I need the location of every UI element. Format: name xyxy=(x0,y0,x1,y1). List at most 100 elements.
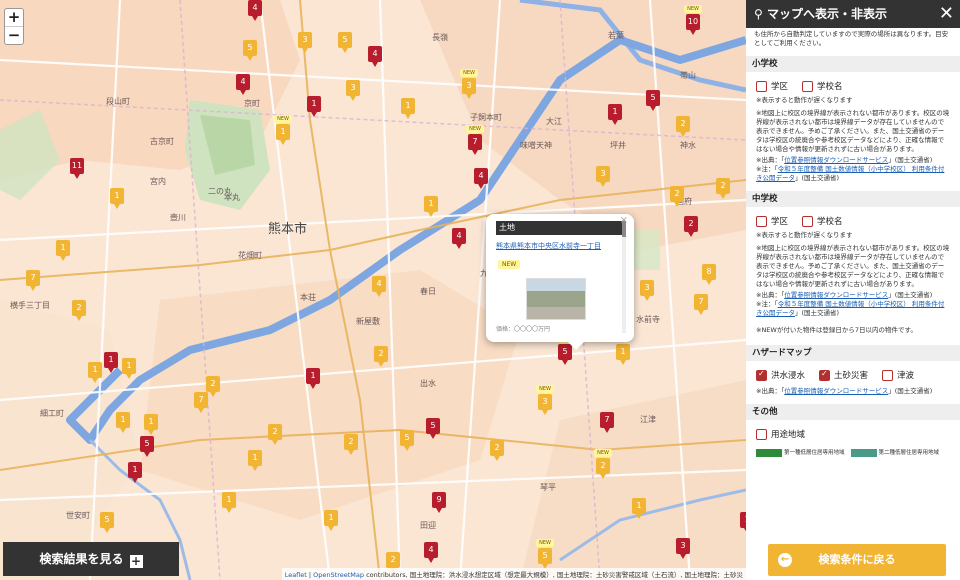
property-photo[interactable] xyxy=(526,278,586,320)
property-marker[interactable]: 11 xyxy=(70,158,84,179)
property-marker[interactable]: 2 xyxy=(490,440,504,461)
property-marker[interactable]: 3 xyxy=(676,538,690,559)
place-label: 花畑町 xyxy=(238,251,262,260)
zoom-in-button[interactable]: + xyxy=(5,9,23,26)
property-marker[interactable]: 1 xyxy=(616,344,630,365)
property-marker[interactable]: 5 xyxy=(426,418,440,439)
property-marker[interactable]: 1 xyxy=(110,188,124,209)
flood-checkbox[interactable]: 洪水浸水 xyxy=(756,369,805,381)
property-marker[interactable]: 5 xyxy=(243,40,257,61)
junior-source-link-1[interactable]: 位置参照情報ダウンロードサービス xyxy=(784,291,888,299)
property-marker[interactable]: 8 xyxy=(702,264,716,285)
property-marker[interactable]: 1 xyxy=(424,196,438,217)
property-marker[interactable]: 2 xyxy=(670,186,684,207)
elementary-name-checkbox[interactable]: 学校名 xyxy=(802,80,843,92)
popup-new-badge: NEW xyxy=(498,260,521,269)
property-marker[interactable]: 3 xyxy=(596,166,610,187)
leaflet-link[interactable]: Leaflet xyxy=(285,571,307,579)
property-marker[interactable]: 1 xyxy=(56,240,70,261)
junior-name-checkbox[interactable]: 学校名 xyxy=(802,215,843,227)
elementary-source-link-1[interactable]: 位置参照情報ダウンロードサービス xyxy=(784,156,888,164)
property-marker[interactable]: 4 xyxy=(452,228,466,249)
osm-link[interactable]: OpenStreetMap xyxy=(313,571,364,579)
property-marker[interactable]: 2 NEW xyxy=(594,449,612,479)
property-marker[interactable]: 3 xyxy=(346,80,360,101)
property-marker[interactable]: 7 NEW xyxy=(466,125,484,155)
property-marker[interactable]: 3 xyxy=(298,32,312,53)
property-marker[interactable]: 1 xyxy=(608,104,622,125)
tsunami-checkbox[interactable]: 津波 xyxy=(882,369,914,381)
property-marker[interactable]: 1 xyxy=(122,358,136,379)
elementary-district-checkbox[interactable]: 学区 xyxy=(756,80,788,92)
property-marker[interactable]: 5 xyxy=(400,430,414,451)
property-marker[interactable]: 7 xyxy=(26,270,40,291)
property-marker[interactable]: 1 xyxy=(248,450,262,471)
back-to-search-button[interactable]: ← 検索条件に戻る xyxy=(768,544,946,576)
property-marker[interactable]: 1 xyxy=(104,352,118,373)
property-marker[interactable]: 5 xyxy=(140,436,154,457)
landslide-checkbox[interactable]: 土砂災害 xyxy=(819,369,868,381)
property-marker[interactable]: 2 xyxy=(72,300,86,321)
property-marker[interactable]: 7 xyxy=(194,392,208,413)
hazard-heading: ハザードマップ xyxy=(746,345,960,361)
junior-source-link-2[interactable]: 令和５年度整備 国土数値情報（小中学校区） 利用条件付き公開データ xyxy=(756,300,944,317)
elementary-source-link-2[interactable]: 令和５年度整備 国土数値情報（小中学校区） 利用条件付き公開データ xyxy=(756,165,944,182)
property-marker[interactable]: 5 xyxy=(100,512,114,533)
property-marker[interactable]: 5NEW xyxy=(536,539,554,569)
property-marker[interactable]: 1 xyxy=(88,362,102,383)
property-popup: × 土地 熊本県熊本市中央区水前寺一丁目 NEW 価格：〇〇〇〇万円 xyxy=(486,214,634,350)
property-marker[interactable]: 7 xyxy=(600,412,614,433)
property-marker[interactable]: 7 xyxy=(694,294,708,315)
close-icon[interactable]: ✕ xyxy=(939,0,954,28)
property-marker[interactable]: 2 xyxy=(386,552,400,573)
property-marker[interactable]: 1 xyxy=(324,510,338,531)
popup-price: 価格：〇〇〇〇万円 xyxy=(496,326,551,333)
property-marker[interactable]: 2 xyxy=(716,178,730,199)
popup-scrollbar[interactable] xyxy=(622,221,626,333)
property-marker[interactable]: 1 xyxy=(401,98,415,119)
property-marker[interactable]: 2 xyxy=(374,346,388,367)
popup-address-link[interactable]: 熊本県熊本市中央区水前寺一丁目 xyxy=(496,241,624,251)
property-marker[interactable]: 4 xyxy=(248,0,262,21)
property-marker[interactable]: 5 xyxy=(338,32,352,53)
property-marker[interactable]: 4 xyxy=(372,276,386,297)
search-results-button[interactable]: 検索結果を見る + xyxy=(3,542,179,576)
property-marker[interactable]: 1 xyxy=(144,414,158,435)
property-marker[interactable]: 2 xyxy=(206,376,220,397)
property-marker[interactable]: 1 xyxy=(740,512,746,533)
junior-source-2: ※注：「令和５年度整備 国土数値情報（小中学校区） 利用条件付き公開データ」(国… xyxy=(756,300,945,317)
property-marker[interactable]: 4 xyxy=(424,542,438,563)
property-marker[interactable]: 5 xyxy=(646,90,660,111)
property-marker[interactable]: 4 xyxy=(474,168,488,189)
property-marker[interactable]: 2 xyxy=(268,424,282,445)
zoom-out-button[interactable]: − xyxy=(5,26,23,44)
back-to-search-label: 検索条件に戻る xyxy=(818,553,896,566)
layer-panel: ⚲ マップへ表示・非表示 ✕ も住所から自動判定していますので実際の場所は異なり… xyxy=(746,0,960,580)
property-marker[interactable]: 2 xyxy=(676,116,690,137)
place-label: 春日 xyxy=(420,287,436,296)
zoning-checkbox[interactable]: 用途地域 xyxy=(756,428,805,440)
junior-heading: 中学校 xyxy=(746,191,960,207)
property-marker[interactable]: 3 NEW xyxy=(460,69,478,99)
property-marker[interactable]: 1 xyxy=(306,368,320,389)
property-marker[interactable]: 1 NEW xyxy=(274,115,292,145)
property-marker[interactable]: 1 xyxy=(307,96,321,117)
property-marker[interactable]: 1 xyxy=(222,492,236,513)
new-badge: NEW xyxy=(594,449,612,457)
property-marker[interactable]: 2 xyxy=(684,216,698,237)
elementary-warning: ※表示すると動作が遅くなります xyxy=(756,96,853,104)
property-marker[interactable]: 3 xyxy=(640,280,654,301)
new-note: ※NEWが付いた物件は登録日から7日以内の物件です。 xyxy=(756,326,917,334)
property-marker[interactable]: 2 xyxy=(344,434,358,455)
property-marker[interactable]: 1 xyxy=(632,498,646,519)
map-area[interactable]: + − 熊本市 本丸古京町宮内二の丸京町壺川花畑町段山町横手三丁目細工町本荘九品… xyxy=(0,0,746,580)
junior-district-checkbox[interactable]: 学区 xyxy=(756,215,788,227)
property-marker[interactable]: 9 xyxy=(432,492,446,513)
property-marker[interactable]: 1 xyxy=(116,412,130,433)
property-marker[interactable]: 4 xyxy=(368,46,382,67)
property-marker[interactable]: 10 NEW xyxy=(684,5,702,35)
property-marker[interactable]: 3 NEW xyxy=(536,385,554,415)
property-marker[interactable]: 1 xyxy=(128,462,142,483)
hazard-source-link[interactable]: 位置参照情報ダウンロードサービス xyxy=(784,387,888,395)
property-marker[interactable]: 4 xyxy=(236,74,250,95)
